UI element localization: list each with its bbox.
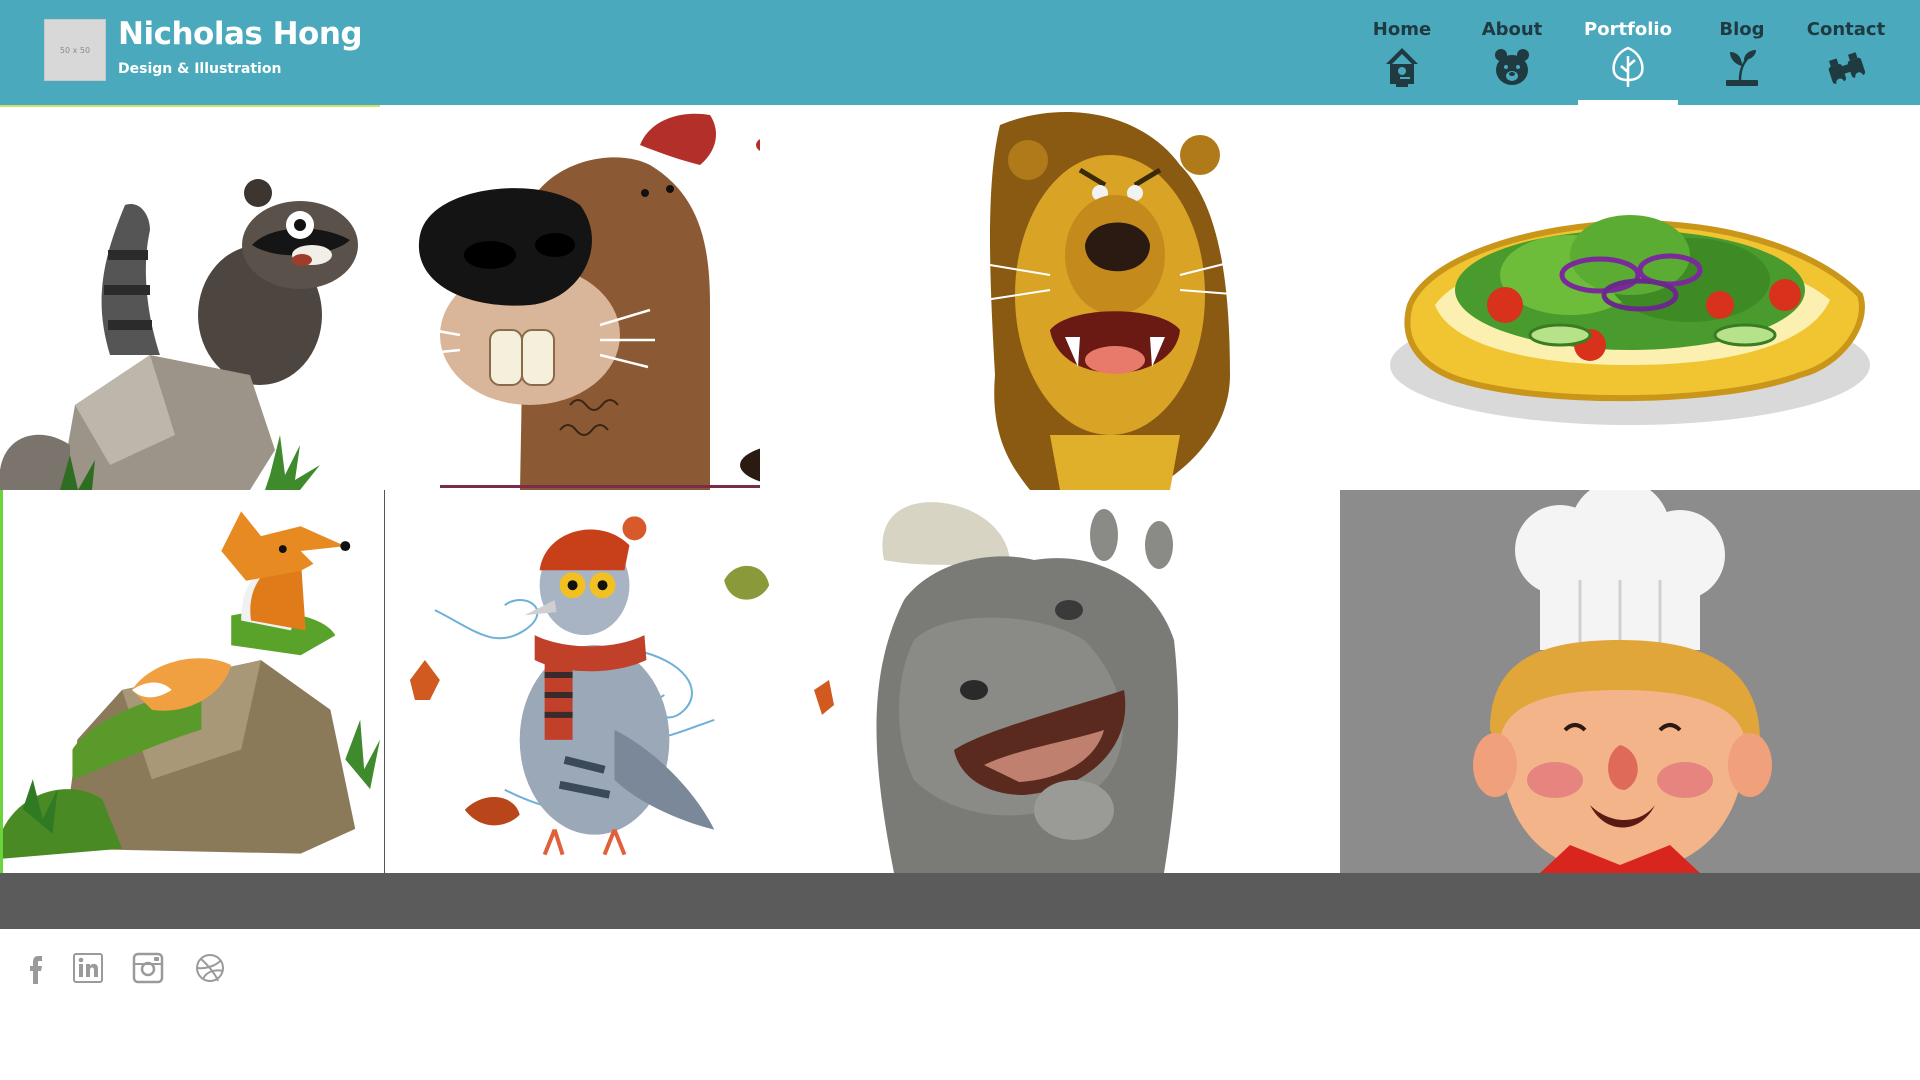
dribbble-icon[interactable] [192, 950, 228, 986]
portfolio-gallery [0, 105, 1920, 873]
footer-band [0, 873, 1920, 929]
lion-illustration [984, 112, 1246, 490]
fox-illustration [3, 511, 381, 859]
chef-illustration [1473, 490, 1772, 873]
social-links [0, 950, 300, 990]
nav-blog[interactable]: Blog [1692, 0, 1792, 105]
pigeon-illustration [409, 516, 834, 856]
sprout-icon [1726, 50, 1758, 86]
bear-icon [1495, 49, 1529, 85]
nav-about-label: About [1481, 19, 1543, 40]
rhino-illustration [876, 502, 1179, 873]
tree-icon [1612, 46, 1644, 87]
main-nav: Home About Portfolio Blog Contact [0, 0, 1920, 105]
salad-illustration [1390, 215, 1870, 425]
site-header: 50 x 50 Nicholas Hong Design & Illustrat… [0, 0, 1920, 105]
portfolio-item[interactable] [1340, 490, 1920, 873]
birdhouse-icon [1386, 48, 1418, 87]
portfolio-item[interactable] [0, 105, 380, 490]
portfolio-item[interactable] [760, 105, 1340, 490]
nav-contact[interactable]: Contact [1796, 0, 1896, 105]
binoculars-icon [1828, 52, 1866, 87]
nav-home[interactable]: Home [1352, 0, 1452, 105]
portfolio-item[interactable] [384, 490, 834, 873]
instagram-icon[interactable] [130, 950, 166, 986]
facebook-icon[interactable] [18, 950, 54, 986]
nav-blog-label: Blog [1719, 19, 1765, 40]
portfolio-item[interactable] [0, 490, 384, 873]
portfolio-item[interactable] [1340, 105, 1920, 490]
nav-home-label: Home [1372, 19, 1432, 40]
nav-about[interactable]: About [1462, 0, 1562, 105]
portfolio-item[interactable] [380, 105, 760, 490]
nav-portfolio[interactable]: Portfolio [1578, 0, 1678, 105]
portfolio-item[interactable] [834, 490, 1340, 873]
nav-portfolio-label: Portfolio [1584, 19, 1672, 40]
raccoon-illustration [0, 105, 380, 490]
nav-contact-label: Contact [1806, 19, 1886, 40]
linkedin-icon[interactable] [70, 950, 106, 986]
beaver-illustration [409, 113, 760, 490]
